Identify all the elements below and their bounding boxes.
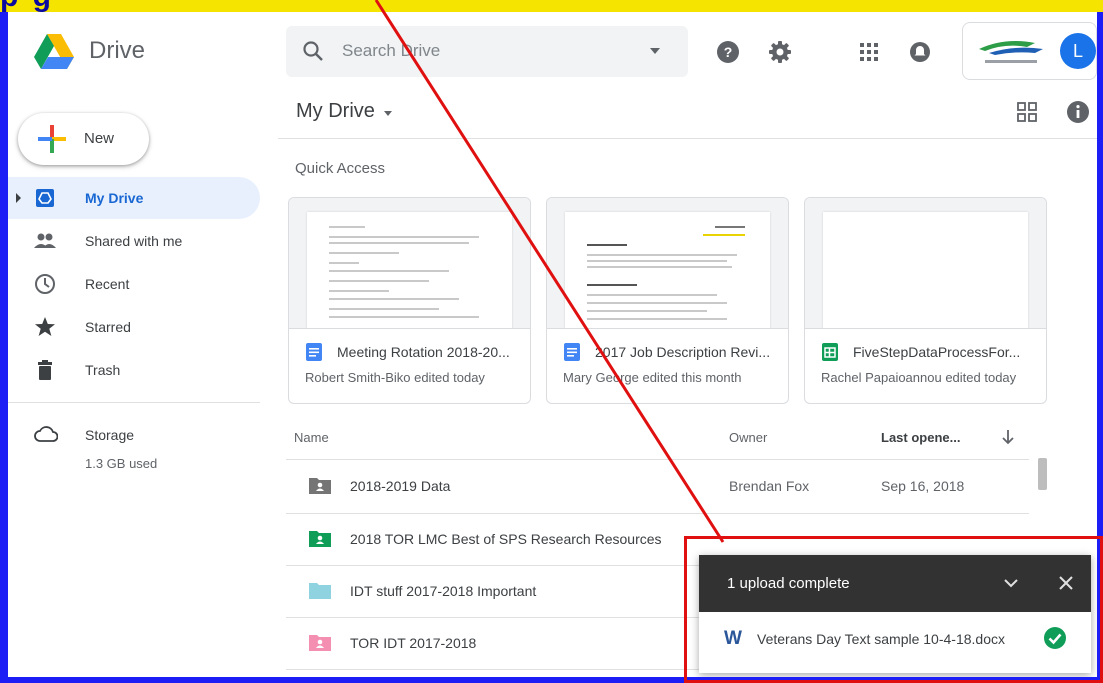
column-header-name[interactable]: Name xyxy=(294,430,329,445)
document-preview xyxy=(307,212,512,328)
table-row[interactable]: 2018-2019 Data Brendan Fox Sep 16, 2018 xyxy=(286,461,1029,512)
apps-grid-icon[interactable] xyxy=(857,40,881,64)
people-icon xyxy=(34,233,56,248)
file-activity: Rachel Papaioannou edited today xyxy=(821,370,1017,385)
file-name: 2018-2019 Data xyxy=(350,478,451,494)
main-divider xyxy=(278,138,1097,139)
file-name: 2018 TOR LMC Best of SPS Research Resour… xyxy=(350,531,662,547)
top-banner-strip: p g xyxy=(0,0,1103,12)
svg-text:W: W xyxy=(724,628,742,647)
page-title[interactable]: My Drive xyxy=(296,100,375,123)
storage-label[interactable]: Storage xyxy=(85,427,134,443)
sidebar-divider xyxy=(8,402,260,403)
grid-view-icon[interactable] xyxy=(1016,101,1038,123)
drive-logo-icon[interactable] xyxy=(34,34,74,70)
file-thumbnail xyxy=(289,198,530,329)
file-thumbnail xyxy=(805,198,1046,329)
help-icon[interactable]: ? xyxy=(716,40,740,64)
avatar[interactable]: L xyxy=(1060,33,1096,69)
upload-status-title: 1 upload complete xyxy=(727,575,850,592)
trash-icon xyxy=(38,360,52,380)
file-name: Meeting Rotation 2018-20... xyxy=(337,344,510,360)
organization-logo xyxy=(979,41,1043,63)
word-document-icon: W xyxy=(724,628,742,647)
storage-used: 1.3 GB used xyxy=(85,456,158,471)
info-icon[interactable] xyxy=(1066,100,1090,124)
list-divider xyxy=(286,459,1029,460)
file-name: 2017 Job Description Revi... xyxy=(595,344,771,360)
star-icon xyxy=(35,317,55,336)
sidebar-item-recent[interactable]: Recent xyxy=(8,263,260,305)
svg-text:?: ? xyxy=(724,44,733,60)
quick-access-title: Quick Access xyxy=(295,160,386,177)
expand-arrow-icon[interactable] xyxy=(16,193,21,203)
app-name: Drive xyxy=(89,37,146,64)
gear-icon[interactable] xyxy=(768,40,792,64)
close-icon[interactable] xyxy=(1057,574,1075,592)
file-activity: Mary George edited this month xyxy=(563,370,742,385)
sort-arrow-icon[interactable] xyxy=(1000,428,1016,446)
upload-panel-header: 1 upload complete xyxy=(699,555,1091,612)
sidebar-item-label: My Drive xyxy=(85,190,144,206)
file-name: TOR IDT 2017-2018 xyxy=(350,635,477,651)
quick-access-card[interactable]: Meeting Rotation 2018-20... Robert Smith… xyxy=(288,197,531,404)
my-drive-icon xyxy=(36,189,54,207)
search-options-caret-icon[interactable] xyxy=(650,48,660,54)
sidebar-item-shared-with-me[interactable]: Shared with me xyxy=(8,220,260,262)
document-preview xyxy=(823,212,1028,328)
shared-folder-icon xyxy=(309,478,331,494)
sidebar-item-label: Trash xyxy=(85,362,121,378)
sidebar-item-trash[interactable]: Trash xyxy=(8,349,260,391)
quick-access-card[interactable]: FiveStepDataProcessFor... Rachel Papaioa… xyxy=(804,197,1047,404)
shared-folder-icon xyxy=(309,531,331,547)
clock-icon xyxy=(35,274,55,294)
check-circle-icon xyxy=(1044,627,1066,649)
plus-icon xyxy=(38,125,66,153)
folder-icon xyxy=(309,583,331,599)
file-last-opened: Sep 16, 2018 xyxy=(881,478,965,494)
file-name: FiveStepDataProcessFor... xyxy=(853,344,1021,360)
file-owner: Brendan Fox xyxy=(729,478,810,494)
quick-access-card[interactable]: 2017 Job Description Revi... Mary George… xyxy=(546,197,789,404)
my-drive-caret-icon[interactable] xyxy=(384,111,392,116)
google-docs-icon xyxy=(564,343,580,361)
search-input[interactable] xyxy=(342,38,632,64)
scrollbar[interactable] xyxy=(1038,458,1047,490)
banner-text-fragment: p g xyxy=(0,0,54,12)
sidebar-item-starred[interactable]: Starred xyxy=(8,306,260,348)
sidebar-item-label: Recent xyxy=(85,276,130,292)
search-icon[interactable] xyxy=(302,40,324,62)
shared-folder-icon xyxy=(309,635,331,651)
search-bar[interactable] xyxy=(286,26,688,77)
google-sheets-icon xyxy=(822,343,838,361)
chevron-down-icon[interactable] xyxy=(1003,577,1019,589)
notifications-icon[interactable] xyxy=(908,40,932,64)
uploaded-file-name[interactable]: Veterans Day Text sample 10-4-18.docx xyxy=(757,631,1005,647)
sidebar-item-label: Starred xyxy=(85,319,131,335)
column-header-owner[interactable]: Owner xyxy=(729,430,767,445)
file-thumbnail xyxy=(547,198,788,329)
google-docs-icon xyxy=(306,343,322,361)
sidebar-item-label: Shared with me xyxy=(85,233,183,249)
file-name: IDT stuff 2017-2018 Important xyxy=(350,583,537,599)
drive-window: Drive ? xyxy=(8,12,1097,677)
column-header-last-opened[interactable]: Last opene... xyxy=(881,430,960,445)
file-activity: Robert Smith-Biko edited today xyxy=(305,370,485,385)
sidebar-item-my-drive[interactable]: My Drive xyxy=(8,177,260,219)
new-button[interactable]: New xyxy=(18,113,149,165)
document-preview xyxy=(565,212,770,328)
cloud-icon xyxy=(34,426,58,442)
new-button-label: New xyxy=(84,130,115,147)
upload-status-panel: 1 upload complete W Veterans Day Text sa… xyxy=(699,555,1091,673)
